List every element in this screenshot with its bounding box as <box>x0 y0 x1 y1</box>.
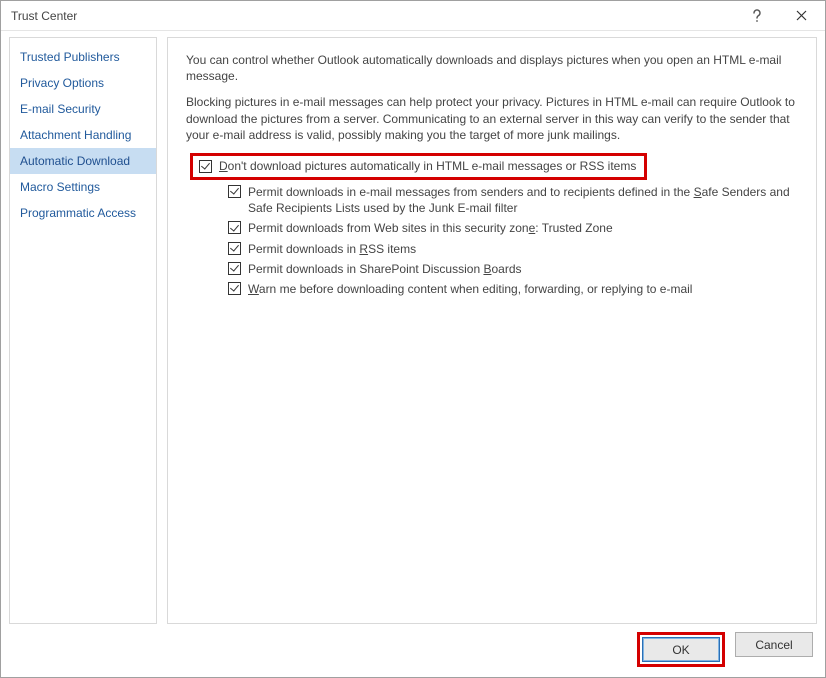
intro-paragraph-1: You can control whether Outlook automati… <box>186 52 798 84</box>
checkbox-label: Permit downloads in RSS items <box>248 241 416 257</box>
close-icon <box>796 10 807 21</box>
help-icon <box>751 9 763 23</box>
checkbox-label: Permit downloads from Web sites in this … <box>248 220 613 236</box>
sidebar-item-label: Automatic Download <box>20 154 130 168</box>
sidebar-item-attachment-handling[interactable]: Attachment Handling <box>10 122 156 148</box>
sub-option-row: Warn me before downloading content when … <box>228 281 798 297</box>
sidebar-item-email-security[interactable]: E-mail Security <box>10 96 156 122</box>
sidebar-item-automatic-download[interactable]: Automatic Download <box>10 148 156 174</box>
dialog-window: Trust Center Trusted Publishers Privacy … <box>0 0 826 678</box>
sub-option-row: Permit downloads in SharePoint Discussio… <box>228 261 798 277</box>
sidebar-item-label: Trusted Publishers <box>20 50 120 64</box>
ok-button[interactable]: OK <box>642 637 720 662</box>
window-title: Trust Center <box>11 9 735 23</box>
checkbox-rss-items[interactable] <box>228 242 241 255</box>
help-button[interactable] <box>735 2 779 30</box>
sub-options: Permit downloads in e-mail messages from… <box>228 184 798 297</box>
content-pane: You can control whether Outlook automati… <box>167 37 817 624</box>
sidebar-item-trusted-publishers[interactable]: Trusted Publishers <box>10 44 156 70</box>
sub-option-row: Permit downloads from Web sites in this … <box>228 220 798 236</box>
sidebar-item-label: E-mail Security <box>20 102 101 116</box>
button-label: Cancel <box>755 638 792 652</box>
checkbox-label: Warn me before downloading content when … <box>248 281 692 297</box>
sidebar-item-macro-settings[interactable]: Macro Settings <box>10 174 156 200</box>
checkbox-label: Permit downloads in SharePoint Discussio… <box>248 261 522 277</box>
checkbox-sharepoint[interactable] <box>228 262 241 275</box>
sub-option-row: Permit downloads in e-mail messages from… <box>228 184 798 216</box>
sidebar-item-label: Privacy Options <box>20 76 104 90</box>
sidebar: Trusted Publishers Privacy Options E-mai… <box>9 37 157 624</box>
panes: Trusted Publishers Privacy Options E-mai… <box>9 37 817 624</box>
sidebar-item-programmatic-access[interactable]: Programmatic Access <box>10 200 156 226</box>
dialog-footer: OK Cancel <box>9 624 817 669</box>
sidebar-item-label: Macro Settings <box>20 180 100 194</box>
checkbox-label: Don't download pictures automatically in… <box>219 159 636 173</box>
dialog-body: Trusted Publishers Privacy Options E-mai… <box>1 31 825 677</box>
highlight-ok-button: OK <box>637 632 725 667</box>
close-button[interactable] <box>779 2 823 30</box>
highlight-main-option: Don't download pictures automatically in… <box>190 153 647 180</box>
checkbox-trusted-zone[interactable] <box>228 221 241 234</box>
checkbox-warn-download[interactable] <box>228 282 241 295</box>
cancel-button[interactable]: Cancel <box>735 632 813 657</box>
intro-paragraph-2: Blocking pictures in e-mail messages can… <box>186 94 798 143</box>
checkbox-dont-download[interactable] <box>199 160 212 173</box>
sidebar-item-label: Attachment Handling <box>20 128 131 142</box>
sub-option-row: Permit downloads in RSS items <box>228 241 798 257</box>
checkbox-label: Permit downloads in e-mail messages from… <box>248 184 798 216</box>
checkbox-safe-senders[interactable] <box>228 185 241 198</box>
titlebar: Trust Center <box>1 1 825 31</box>
button-label: OK <box>672 643 689 657</box>
sidebar-item-label: Programmatic Access <box>20 206 136 220</box>
main-option-row: Don't download pictures automatically in… <box>190 153 798 180</box>
sidebar-item-privacy-options[interactable]: Privacy Options <box>10 70 156 96</box>
